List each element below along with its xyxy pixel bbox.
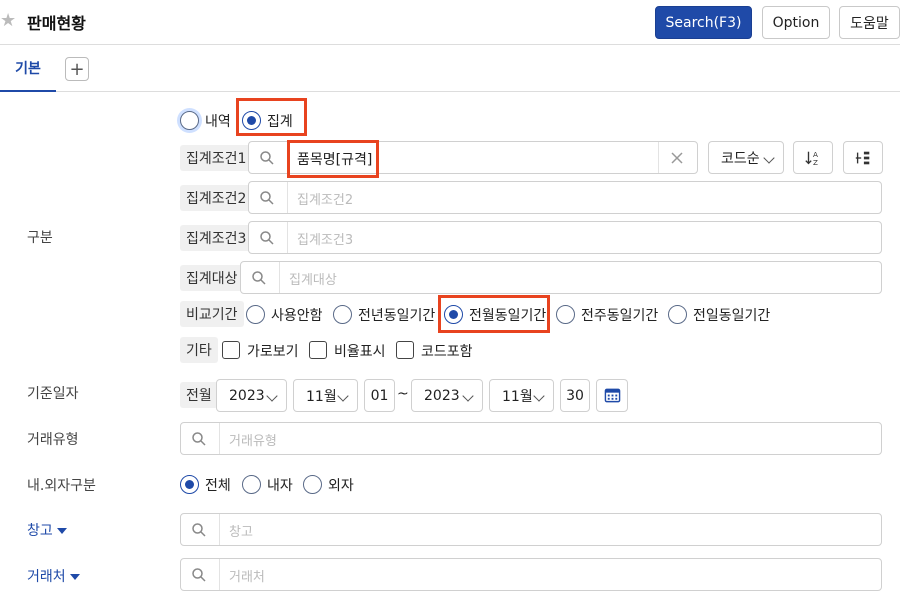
- radio-detail-label: 내역: [205, 114, 231, 130]
- radio-in-out-domestic[interactable]: [242, 475, 261, 494]
- columns-icon: [855, 151, 870, 164]
- search-icon: [192, 523, 206, 537]
- warehouse-input[interactable]: 창고: [180, 513, 882, 546]
- tab-basic[interactable]: 기본: [0, 45, 56, 92]
- radio-in-out-foreign[interactable]: [303, 475, 322, 494]
- option-button[interactable]: Option: [762, 6, 830, 39]
- radio-in-out-all[interactable]: [180, 475, 199, 494]
- caret-down-icon: [56, 528, 67, 534]
- label-warehouse-text: 창고: [27, 523, 53, 539]
- clear-icon[interactable]: [670, 151, 684, 165]
- label-customer[interactable]: 거래처: [27, 566, 80, 586]
- to-month-value: 11월: [502, 388, 533, 405]
- checkbox-ratio-label: 비율표시: [334, 344, 386, 360]
- page-title: 판매현황: [27, 14, 86, 33]
- chevron-down-icon: [533, 390, 545, 402]
- sort-order-button[interactable]: AZ: [793, 141, 833, 174]
- chevron-down-icon: [462, 390, 474, 402]
- column-setting-button[interactable]: [843, 141, 883, 174]
- cond3-input[interactable]: 집계조건3: [248, 221, 882, 254]
- radio-compare-none[interactable]: [246, 305, 265, 324]
- target-placeholder: 집계대상: [289, 273, 337, 288]
- chevron-down-icon: [266, 390, 278, 402]
- from-month-value: 11월: [306, 388, 337, 405]
- from-day-input[interactable]: 01: [364, 379, 395, 412]
- tag-compare: 비교기간: [180, 301, 244, 327]
- from-month-select[interactable]: 11월: [293, 379, 358, 412]
- radio-compare-prev-day[interactable]: [668, 305, 687, 324]
- search-icon: [192, 568, 206, 582]
- add-tab-button[interactable]: +: [65, 57, 89, 81]
- trade-type-placeholder: 거래유형: [229, 434, 277, 449]
- search-icon: [192, 432, 206, 446]
- svg-text:Z: Z: [813, 158, 818, 167]
- warehouse-placeholder: 창고: [229, 525, 253, 540]
- checkbox-horizontal-label: 가로보기: [247, 344, 299, 360]
- radio-in-out-all-label: 전체: [205, 478, 231, 494]
- cond2-placeholder: 집계조건2: [297, 193, 354, 208]
- radio-in-out-foreign-label: 외자: [328, 478, 354, 494]
- search-button[interactable]: Search(F3): [655, 6, 752, 39]
- chevron-down-icon: [763, 152, 775, 164]
- tag-cond2: 집계조건2: [180, 185, 253, 211]
- trade-type-input[interactable]: 거래유형: [180, 422, 882, 455]
- calendar-button[interactable]: [596, 379, 628, 412]
- radio-compare-prev-year[interactable]: [333, 305, 352, 324]
- tag-cond1: 집계조건1: [180, 145, 253, 171]
- label-customer-text: 거래처: [27, 569, 66, 585]
- calendar-icon: [604, 388, 620, 403]
- cond3-placeholder: 집계조건3: [297, 233, 354, 248]
- sort-icon: AZ: [805, 150, 818, 167]
- label-gubun: 구분: [27, 230, 53, 246]
- tag-cond3: 집계조건3: [180, 225, 253, 251]
- from-year-select[interactable]: 2023: [216, 379, 287, 412]
- label-in-out: 내.외자구분: [27, 478, 96, 494]
- cond2-input[interactable]: 집계조건2: [248, 181, 882, 214]
- tag-date: 전월: [180, 382, 218, 408]
- radio-compare-prev-week[interactable]: [556, 305, 575, 324]
- tab-bar: 기본 +: [0, 44, 900, 92]
- highlight-box: [236, 98, 307, 136]
- highlight-box: [287, 140, 379, 178]
- from-year-value: 2023: [229, 387, 265, 404]
- search-icon: [260, 151, 274, 165]
- customer-placeholder: 거래처: [229, 570, 265, 585]
- customer-input[interactable]: 거래처: [180, 558, 882, 591]
- label-trade-type: 거래유형: [27, 432, 79, 448]
- to-day-input[interactable]: 30: [560, 379, 590, 412]
- help-button[interactable]: 도움말: [839, 6, 900, 39]
- radio-compare-prev-week-label: 전주동일기간: [581, 308, 659, 324]
- tag-etc: 기타: [180, 337, 218, 363]
- checkbox-code[interactable]: [396, 341, 414, 359]
- chevron-down-icon: [337, 390, 349, 402]
- search-icon: [252, 271, 266, 285]
- date-separator: ~: [397, 386, 409, 402]
- radio-in-out-domestic-label: 내자: [267, 478, 293, 494]
- to-year-value: 2023: [424, 387, 460, 404]
- sort-select[interactable]: 코드순: [708, 141, 784, 174]
- label-warehouse[interactable]: 창고: [27, 520, 67, 540]
- star-icon[interactable]: ★: [0, 10, 16, 31]
- label-base-date: 기준일자: [27, 386, 79, 402]
- page-header: ★ 판매현황 Search(F3) Option 도움말: [0, 0, 900, 44]
- search-icon: [260, 231, 274, 245]
- highlight-box: [438, 295, 550, 333]
- radio-compare-prev-day-label: 전일동일기간: [693, 308, 771, 324]
- target-input[interactable]: 집계대상: [240, 261, 882, 294]
- checkbox-ratio[interactable]: [309, 341, 327, 359]
- to-month-select[interactable]: 11월: [489, 379, 554, 412]
- to-year-select[interactable]: 2023: [411, 379, 483, 412]
- tag-target: 집계대상: [180, 265, 244, 291]
- checkbox-horizontal[interactable]: [222, 341, 240, 359]
- caret-down-icon: [69, 574, 80, 580]
- radio-compare-none-label: 사용안함: [271, 308, 323, 324]
- sort-select-value: 코드순: [721, 150, 760, 167]
- checkbox-code-label: 코드포함: [421, 344, 473, 360]
- radio-detail[interactable]: [180, 111, 199, 130]
- radio-compare-prev-year-label: 전년동일기간: [358, 308, 436, 324]
- search-icon: [260, 191, 274, 205]
